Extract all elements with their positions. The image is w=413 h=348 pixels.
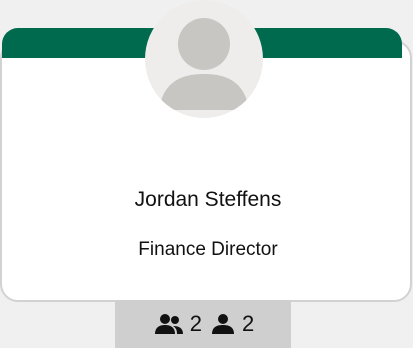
direct-count-stat[interactable]: 2	[210, 311, 254, 337]
person-icon	[212, 314, 234, 334]
user-avatar-icon	[159, 18, 249, 110]
person-title: Finance Director	[138, 239, 278, 260]
person-name: Jordan Steffens	[134, 188, 282, 211]
org-chart-node[interactable]: Jordan Steffens Finance Director 2 2	[0, 0, 413, 348]
team-count: 2	[189, 311, 202, 336]
avatar	[145, 0, 263, 118]
people-group-icon	[154, 314, 183, 334]
direct-count: 2	[242, 311, 255, 336]
team-count-stat[interactable]: 2	[152, 311, 202, 337]
node-stats-bar[interactable]: 2 2	[115, 300, 291, 348]
